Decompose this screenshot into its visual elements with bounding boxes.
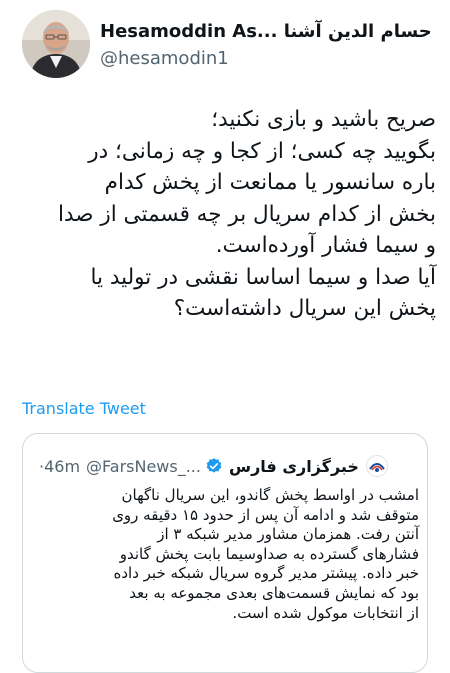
quoted-line: از انتخابات موکول شده است. [232,603,419,622]
tweet-header: Hesamoddin As... حسام الدین آشنا @hesamo… [22,10,442,86]
quoted-tweet-header: ·46m @FarsNews_... خبرگزاری فارس [39,454,413,478]
quoted-timestamp[interactable]: ·46m [39,457,80,476]
quoted-text: امشب در اواسط پخش گاندو، این سریال ناگها… [33,486,419,623]
quoted-display-name[interactable]: خبرگزاری فارس [229,457,359,476]
avatar[interactable] [22,10,90,78]
tweet-line: بخش از کدام سریال بر چه قسمتی از صدا [58,201,436,227]
tweet-text: صریح باشید و بازی نکنید؛ بگویید چه کسی؛ … [20,104,436,325]
quoted-handle: @FarsNews_... [86,456,201,476]
verified-badge-icon [205,457,223,475]
quoted-line: فشارهای گسترده به صداوسیما بابت پخش گاند… [119,544,419,563]
translate-tweet-link[interactable]: Translate Tweet [22,399,146,418]
tweet-line: صریح باشید و بازی نکنید؛ [211,107,436,132]
avatar-photo [22,10,90,78]
quoted-line: متوقف شد و ادامه آن پس از حدود ۱۵ دقیقه … [112,505,419,524]
quoted-line: امشب در اواسط پخش گاندو، این سریال ناگها… [121,486,419,504]
quoted-line: بود که نمایش قسمت‌های بعدی مجموعه به بعد [129,583,419,602]
tweet-line: باره سانسور یا ممانعت از پخش کدام [104,170,436,195]
tweet-line: آیا صدا و سیما اساسا نقشی در تولید یا [90,264,436,290]
tweet-line: و سیما فشار آورده‌است. [215,233,436,258]
author-display-name[interactable]: Hesamoddin As... حسام الدین آشنا [100,21,432,42]
news-agency-logo-icon [365,455,388,477]
quoted-line: آنتن رفت. همزمان مشاور مدیر شبکه ۳ از [157,525,419,544]
tweet-line: بگویید چه کسی؛ از کجا و چه زمانی؛ در [88,138,436,164]
tweet-line: پخش این سریال داشته‌است؟ [173,296,436,321]
quoted-line: خبر داده. پیشتر مدیر گروه سریال شبکه خبر… [113,564,419,583]
quoted-tweet[interactable]: ·46m @FarsNews_... خبرگزاری فارس امشب در… [22,433,428,673]
author-handle[interactable]: @hesamodin1 [100,48,229,69]
